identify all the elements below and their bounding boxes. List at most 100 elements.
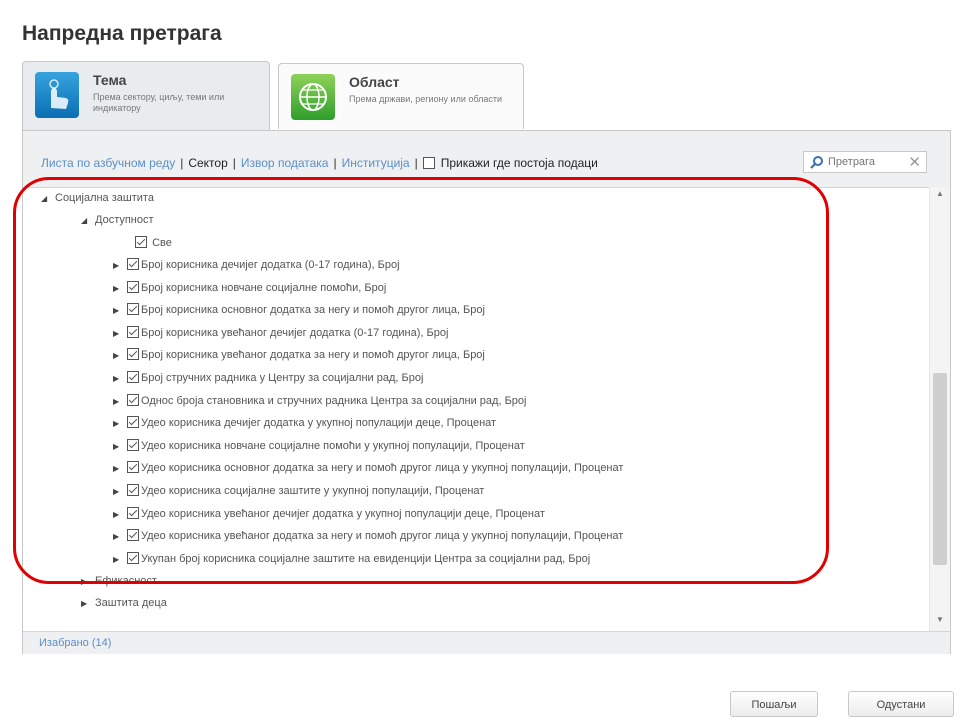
cancel-button[interactable]: Одустани bbox=[848, 691, 954, 717]
expand-arrow-icon[interactable]: ▶ bbox=[113, 255, 127, 277]
indicator-label: Удео корисника новчане социјалне помоћи … bbox=[141, 439, 525, 452]
indicator-tree: ◢ Социјална заштита ◢ Доступност Све ▶ Број… bbox=[23, 187, 928, 631]
scrollbar-thumb[interactable] bbox=[933, 373, 947, 565]
indicator-checkbox[interactable] bbox=[127, 461, 139, 474]
tree-node-root[interactable]: ◢ Социјална заштита bbox=[41, 187, 154, 209]
indicator-checkbox[interactable] bbox=[127, 280, 139, 293]
indicator-item[interactable]: ▶ Број стручних радника у Центру за социј… bbox=[113, 367, 423, 389]
clear-search-icon[interactable]: ✕ bbox=[908, 153, 921, 171]
selected-count[interactable]: Изабрано (14) bbox=[39, 637, 111, 649]
indicator-checkbox[interactable] bbox=[127, 416, 139, 429]
search-box: ✕ bbox=[803, 151, 927, 173]
indicator-label: Број корисника основног додатка за негу … bbox=[141, 304, 485, 317]
selection-footer: Изабрано (14) bbox=[23, 631, 950, 654]
tree-node-label: Ефикасност bbox=[95, 575, 157, 588]
filter-alphabetical-link[interactable]: Листа по азбучном реду bbox=[41, 156, 175, 170]
expand-arrow-icon[interactable]: ▶ bbox=[113, 345, 127, 367]
globe-icon bbox=[291, 74, 335, 120]
tab-topic[interactable]: Тема Према сектору, циљу, теми или индик… bbox=[22, 61, 270, 131]
filter-separator: | bbox=[180, 156, 184, 170]
tree-node-label: Заштита деца bbox=[95, 597, 167, 610]
tree-node-label: Социјална заштита bbox=[55, 192, 154, 204]
tree-node-sibling[interactable]: ▶ Заштита деца bbox=[81, 592, 167, 614]
indicator-checkbox[interactable] bbox=[127, 529, 139, 542]
indicator-item[interactable]: ▶ Удео корисника основног додатка за негу… bbox=[113, 457, 623, 479]
filter-bar: Листа по азбучном реду | Сектор | Извор пода… bbox=[23, 131, 950, 188]
filter-separator: | bbox=[232, 156, 236, 170]
tree-node-group[interactable]: ◢ Доступност bbox=[81, 209, 154, 231]
indicator-label: Удео корисника увећаног дечијег додатка … bbox=[141, 507, 545, 520]
expand-arrow-icon[interactable]: ▶ bbox=[113, 413, 127, 435]
filter-data-source-link[interactable]: Извор података bbox=[241, 156, 329, 170]
tab-topic-title: Тема bbox=[93, 72, 127, 88]
indicator-item[interactable]: ▶ Број корисника дечијег додатка (0-17 го… bbox=[113, 254, 400, 276]
indicator-label: Удео корисника увећаног додатка за негу … bbox=[141, 530, 624, 543]
expand-arrow-icon[interactable]: ▶ bbox=[81, 593, 95, 615]
search-input[interactable] bbox=[828, 154, 904, 170]
expand-arrow-icon[interactable]: ▶ bbox=[113, 481, 127, 503]
indicator-checkbox[interactable] bbox=[127, 303, 139, 316]
filter-institution-link[interactable]: Институција bbox=[342, 156, 410, 170]
scroll-down-icon[interactable]: ▼ bbox=[930, 615, 950, 629]
indicator-item[interactable]: ▶ Удео корисника социјалне заштите у укуп… bbox=[113, 480, 484, 502]
indicator-item[interactable]: ▶ Удео корисника увећаног дечијег додатка… bbox=[113, 503, 545, 525]
indicator-checkbox[interactable] bbox=[127, 506, 139, 519]
indicator-item[interactable]: ▶ Удео корисника увећаног додатка за негу… bbox=[113, 525, 623, 547]
indicator-checkbox[interactable] bbox=[127, 393, 139, 406]
tree-leaf-all[interactable]: Све bbox=[135, 232, 172, 254]
tab-area[interactable]: Област Према држави, региону или области bbox=[278, 63, 524, 129]
scroll-up-icon[interactable]: ▲ bbox=[930, 189, 950, 203]
collapse-arrow-icon[interactable]: ◢ bbox=[41, 188, 55, 210]
indicator-label: Удео корисника социјалне заштите у укупн… bbox=[141, 485, 485, 497]
indicator-item[interactable]: ▶ Однос броја становника и стручних радни… bbox=[113, 390, 526, 412]
indicator-item[interactable]: ▶ Удео корисника дечијег додатка у укупно… bbox=[113, 412, 496, 434]
indicator-item[interactable]: ▶ Број корисника основног додатка за негу… bbox=[113, 299, 485, 321]
expand-arrow-icon[interactable]: ▶ bbox=[113, 391, 127, 413]
expand-arrow-icon[interactable]: ▶ bbox=[113, 549, 127, 571]
expand-arrow-icon[interactable]: ▶ bbox=[113, 458, 127, 480]
expand-arrow-icon[interactable]: ▶ bbox=[113, 300, 127, 322]
indicator-item[interactable]: ▶ Број корисника увећаног додатка за негу… bbox=[113, 344, 485, 366]
expand-arrow-icon[interactable]: ▶ bbox=[113, 278, 127, 300]
search-icon bbox=[810, 156, 823, 169]
indicator-item[interactable]: ▶ Број корисника увећаног дечијег додатка… bbox=[113, 322, 448, 344]
expand-arrow-icon[interactable]: ▶ bbox=[81, 571, 95, 593]
indicator-label: Број стручних радника у Центру за соција… bbox=[141, 372, 424, 384]
indicator-checkbox[interactable] bbox=[127, 348, 139, 361]
indicator-label: Удео корисника дечијег додатка у укупној… bbox=[141, 417, 497, 430]
indicator-label: Укупан број корисника социјалне заштите … bbox=[141, 552, 591, 565]
indicator-label: Удео корисника основног додатка за негу … bbox=[141, 462, 624, 475]
indicator-checkbox[interactable] bbox=[127, 258, 139, 270]
tree-scrollbar[interactable]: ▲ ▼ bbox=[929, 187, 950, 631]
tree-leaf-label: Све bbox=[152, 237, 172, 249]
tree-node-sibling[interactable]: ▶ Ефикасност bbox=[81, 570, 157, 592]
expand-arrow-icon[interactable]: ▶ bbox=[113, 368, 127, 390]
indicator-checkbox[interactable] bbox=[127, 438, 139, 451]
page-title: Напредна претрага bbox=[22, 22, 222, 45]
only-with-data-label: Прикажи где постоја подаци bbox=[440, 156, 598, 170]
expand-arrow-icon[interactable]: ▶ bbox=[113, 436, 127, 458]
hand-topic-icon bbox=[35, 72, 79, 118]
indicator-checkbox[interactable] bbox=[127, 325, 139, 338]
tab-topic-subtitle: Према сектору, циљу, теми или индикатору bbox=[93, 92, 225, 113]
collapse-arrow-icon[interactable]: ◢ bbox=[81, 210, 95, 232]
tree-node-label: Доступност bbox=[95, 214, 154, 226]
indicator-item[interactable]: ▶ Број корисника новчане социјалне помоћи… bbox=[113, 277, 386, 299]
only-with-data-checkbox[interactable] bbox=[422, 157, 435, 169]
expand-arrow-icon[interactable]: ▶ bbox=[113, 323, 127, 345]
filter-sector-link[interactable]: Сектор bbox=[188, 156, 227, 170]
indicator-label: Број корисника дечијег додатка (0-17 год… bbox=[141, 259, 400, 271]
tab-area-title: Област bbox=[349, 74, 400, 90]
indicator-checkbox[interactable] bbox=[127, 371, 139, 383]
filter-links: Листа по азбучном реду | Сектор | Извор пода… bbox=[41, 156, 598, 170]
indicator-checkbox[interactable] bbox=[127, 484, 139, 496]
expand-arrow-icon[interactable]: ▶ bbox=[113, 526, 127, 548]
select-all-checkbox[interactable] bbox=[135, 236, 147, 248]
indicator-label: Број корисника увећаног дечијег додатка … bbox=[141, 326, 449, 339]
tab-area-subtitle: Према држави, региону или области bbox=[349, 94, 503, 104]
indicator-item[interactable]: ▶ Укупан број корисника социјалне заштите… bbox=[113, 548, 590, 570]
indicator-item[interactable]: ▶ Удео корисника новчане социјалне помоћи… bbox=[113, 435, 525, 457]
expand-arrow-icon[interactable]: ▶ bbox=[113, 504, 127, 526]
send-button[interactable]: Пошаљи bbox=[730, 691, 818, 717]
indicator-checkbox[interactable] bbox=[127, 551, 139, 564]
